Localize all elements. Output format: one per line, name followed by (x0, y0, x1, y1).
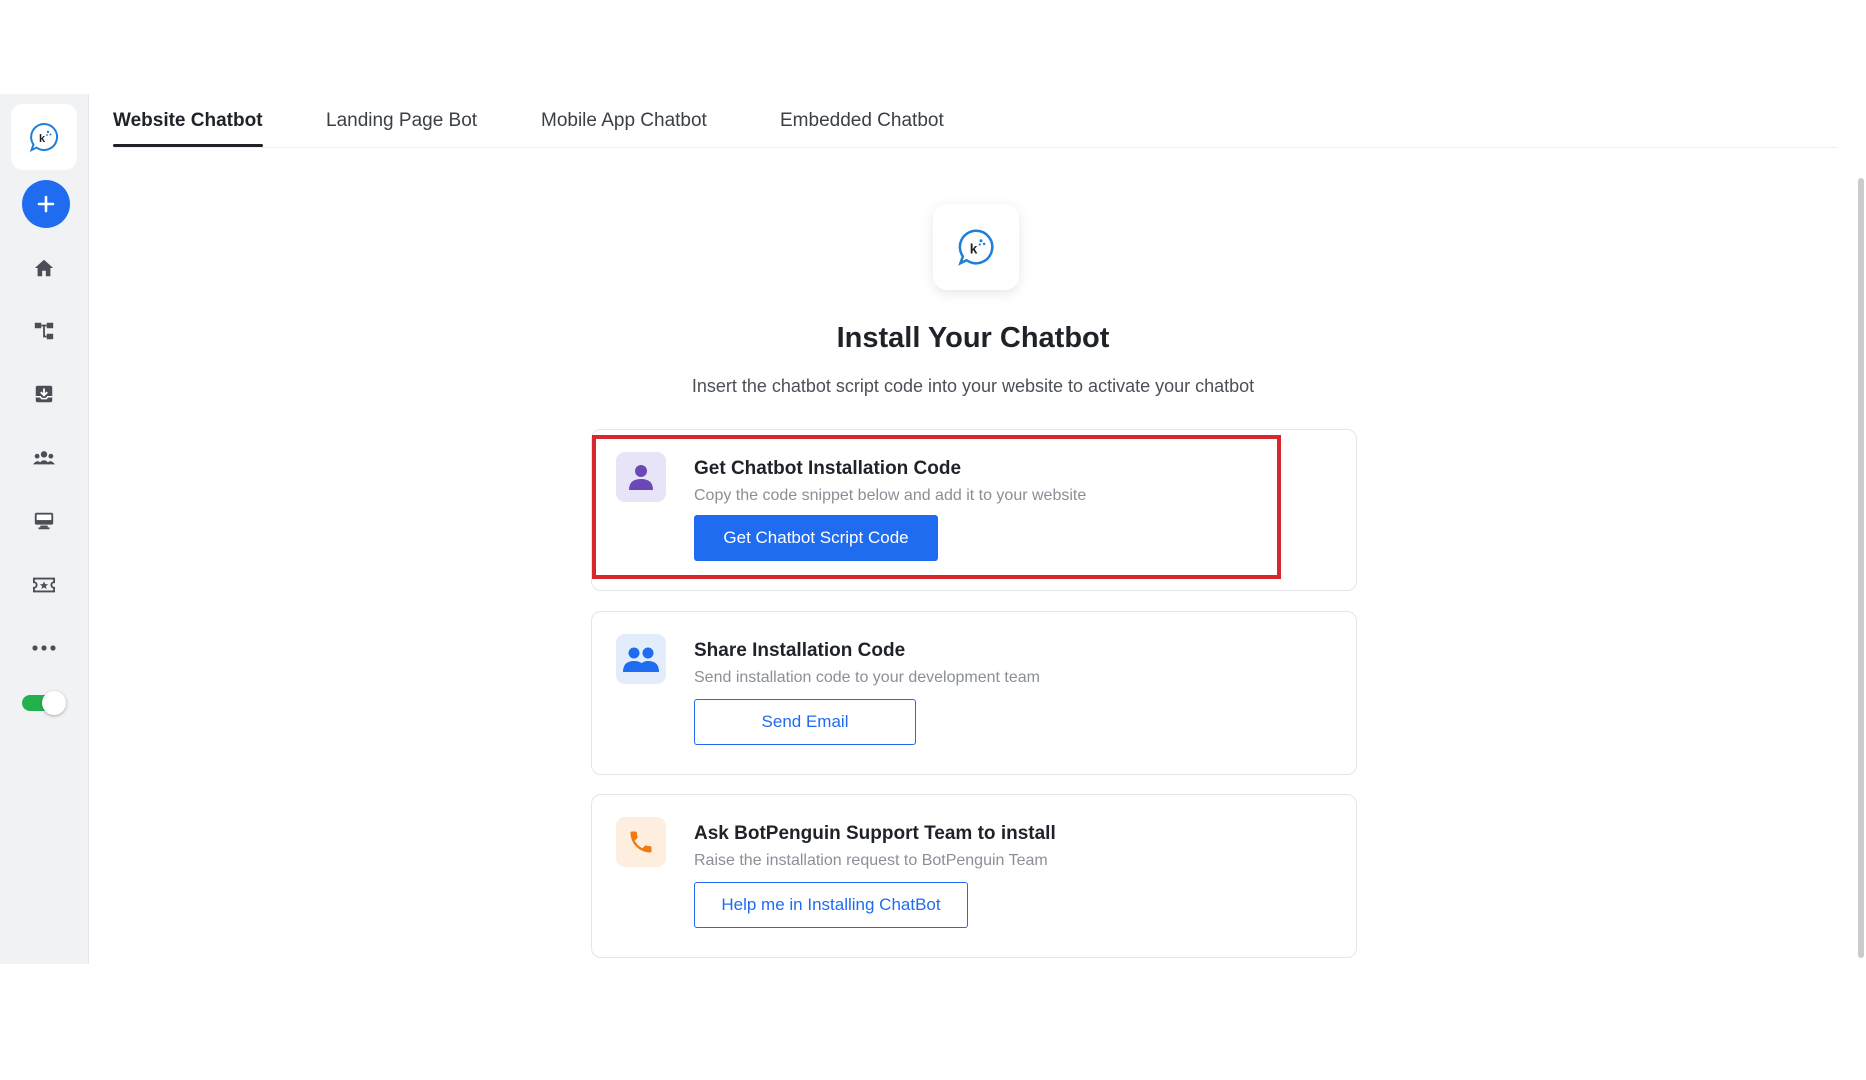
tab-landing-page-bot[interactable]: Landing Page Bot (326, 110, 477, 147)
ticket-icon (33, 577, 55, 593)
sidebar-item-more[interactable] (24, 628, 64, 668)
sidebar-item-tickets[interactable] (24, 565, 64, 605)
more-icon (32, 645, 56, 651)
send-email-button[interactable]: Send Email (694, 699, 916, 745)
card-description: Raise the installation request to BotPen… (694, 852, 1048, 869)
card-icon-container (616, 817, 666, 867)
chat-bubble-logo-icon: k (29, 122, 59, 152)
status-toggle[interactable] (22, 691, 66, 715)
tab-embedded-chatbot[interactable]: Embedded Chatbot (780, 110, 944, 147)
flow-builder-icon (34, 322, 54, 340)
toggle-knob (42, 691, 66, 715)
plus-icon (37, 195, 55, 213)
sidebar-item-home[interactable] (24, 248, 64, 288)
card-description: Send installation code to your developme… (694, 669, 1040, 686)
add-bot-button[interactable] (22, 180, 70, 228)
home-icon (34, 259, 54, 277)
svg-text:k: k (39, 133, 46, 145)
chat-bubble-logo-icon: k (958, 229, 994, 266)
tab-mobile-app-chatbot[interactable]: Mobile App Chatbot (541, 110, 707, 147)
sidebar-item-users[interactable] (24, 438, 64, 478)
person-icon (629, 465, 653, 490)
card-title: Share Installation Code (694, 640, 906, 661)
sidebar: k (0, 94, 89, 964)
card-description: Copy the code snippet below and add it t… (694, 487, 1087, 504)
sidebar-item-monitor[interactable] (24, 501, 64, 541)
monitor-icon (34, 512, 54, 530)
hero-chatbot-logo: k (933, 204, 1019, 290)
sidebar-item-inbox[interactable] (24, 374, 64, 414)
scrollbar[interactable] (1858, 178, 1864, 958)
page-subtitle: Insert the chatbot script code into your… (691, 376, 1255, 396)
inbox-icon (35, 385, 53, 403)
help-install-button[interactable]: Help me in Installing ChatBot (694, 882, 968, 928)
card-icon-container (616, 452, 666, 502)
team-icon (623, 647, 659, 672)
svg-text:k: k (970, 241, 978, 256)
card-icon-container (616, 634, 666, 684)
chatbot-logo[interactable]: k (11, 104, 77, 170)
phone-icon (630, 831, 652, 853)
installation-code-card: Get Chatbot Installation Code Copy the c… (591, 429, 1357, 591)
sidebar-item-flow-builder[interactable] (24, 311, 64, 351)
support-install-card: Ask BotPenguin Support Team to install R… (591, 794, 1357, 958)
users-icon (33, 451, 55, 465)
chatbot-type-tabs: Website Chatbot Landing Page Bot Mobile … (113, 94, 1837, 148)
tab-website-chatbot[interactable]: Website Chatbot (113, 110, 263, 147)
card-title: Ask BotPenguin Support Team to install (694, 823, 1056, 844)
share-code-card: Share Installation Code Send installatio… (591, 611, 1357, 775)
get-script-code-button[interactable]: Get Chatbot Script Code (694, 515, 938, 561)
card-title: Get Chatbot Installation Code (694, 458, 962, 479)
page-title: Install Your Chatbot (836, 322, 1110, 354)
app-window: k Website Chatbot Landing Page Bot Mobil… (0, 94, 1866, 964)
